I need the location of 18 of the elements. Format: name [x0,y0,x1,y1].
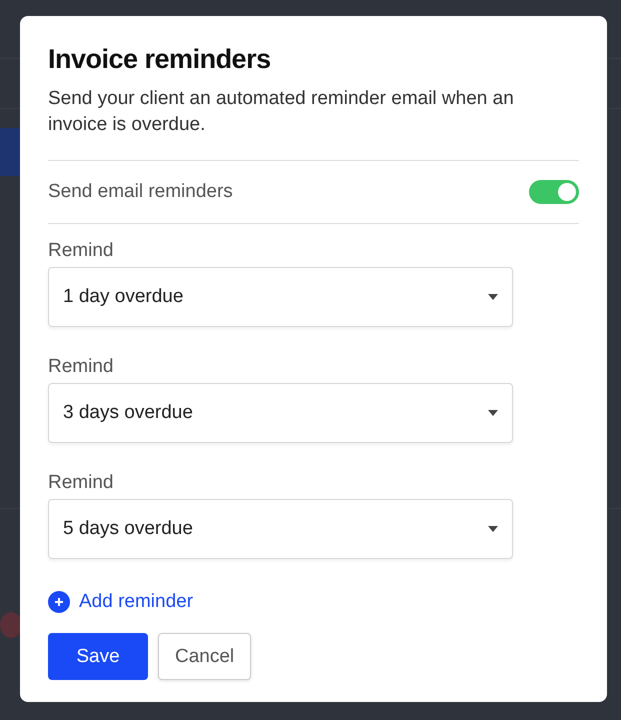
caret-icon [488,294,498,300]
dropdown[interactable]: 5 days overdue [48,499,513,559]
dropdown[interactable]: 3 days overdue [48,383,513,443]
field-label: Remind [48,356,114,378]
setting-label: Send email reminders [48,181,233,203]
dialog-description: Send your client an automated reminder email when an invoice is overdue. [48,87,515,137]
add-reminder-link[interactable]: Add reminder [48,591,579,613]
dialog-title: Invoice reminders [48,43,272,76]
field-label: Remind [48,240,114,262]
save-button[interactable]: Save [48,633,148,680]
caret-icon [488,410,498,416]
caret-icon [488,526,498,532]
background-avatar [0,612,22,638]
field-label: Remind [48,472,114,494]
toggle-switch[interactable] [529,180,579,204]
plus-icon [48,591,70,613]
cancel-button[interactable]: Cancel [158,633,252,680]
dropdown[interactable]: 1 day overdue [48,267,513,327]
